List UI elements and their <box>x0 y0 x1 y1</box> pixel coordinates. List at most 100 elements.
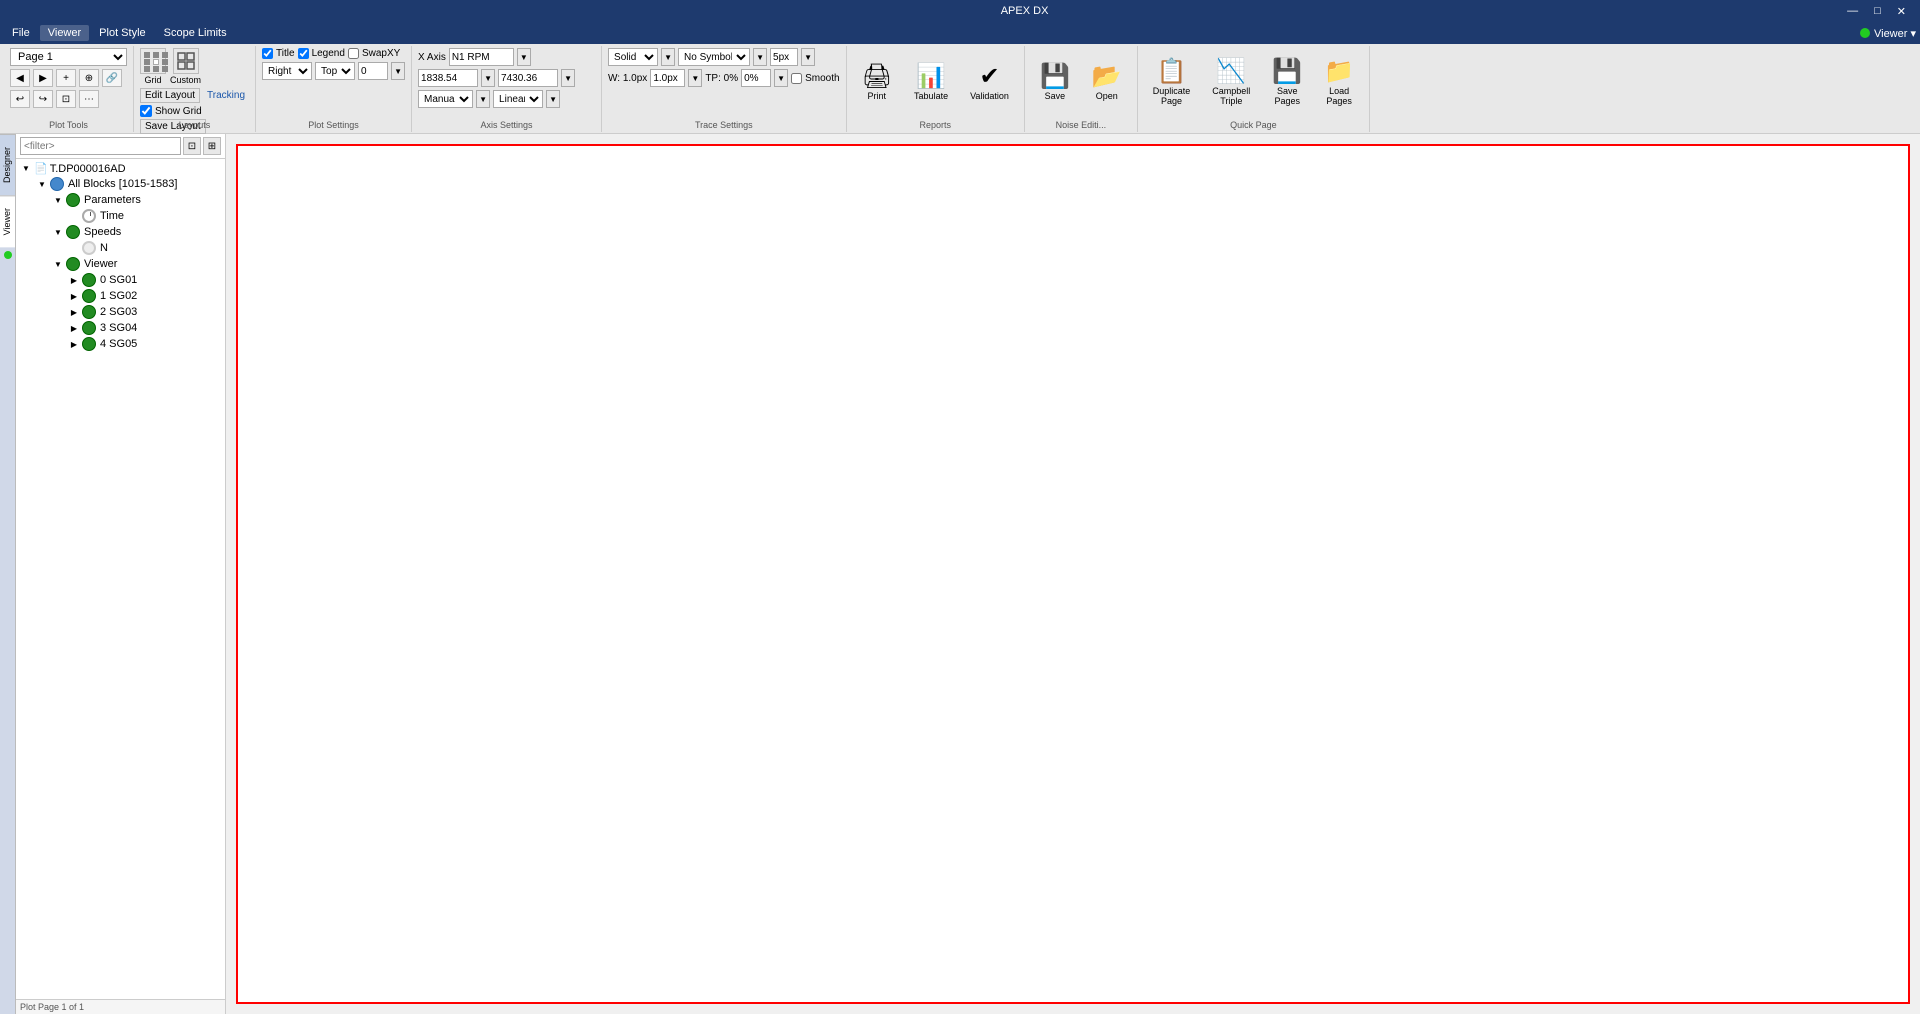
menu-file[interactable]: File <box>4 25 38 41</box>
chevron-parameters[interactable]: ▼ <box>52 196 64 205</box>
print-button[interactable]: 🖨 Print <box>853 48 901 118</box>
chevron-root[interactable]: ▼ <box>20 164 32 173</box>
line-style-select[interactable]: Solid <box>608 48 658 66</box>
nav-add-btn[interactable]: + <box>56 69 76 87</box>
scale-type-select[interactable]: Linear <box>493 90 543 108</box>
chevron-sg05[interactable]: ▶ <box>68 340 80 349</box>
nav-next-btn[interactable]: ▶ <box>33 69 53 87</box>
tree-item-time[interactable]: ▶ Time <box>16 208 225 224</box>
tree-label-time: Time <box>100 210 124 222</box>
chevron-speeds[interactable]: ▼ <box>52 228 64 237</box>
axis-min-input[interactable] <box>418 69 478 87</box>
show-grid-label: Show Grid <box>155 106 202 117</box>
nav-undo-btn[interactable]: ↩ <box>10 90 30 108</box>
tree-item-parameters[interactable]: ▼ Parameters <box>16 192 225 208</box>
grid-button[interactable] <box>140 48 166 74</box>
offset-stepper[interactable]: ▼ <box>391 62 405 80</box>
nav-more-btn[interactable]: ⋯ <box>79 90 99 108</box>
save-button[interactable]: 💾 Save <box>1031 48 1079 118</box>
line-size-stepper[interactable]: ▼ <box>801 48 815 66</box>
tree-label-root: T.DP000016AD <box>50 163 126 175</box>
xaxis-dropdown[interactable]: ▼ <box>517 48 531 66</box>
xaxis-label: X Axis <box>418 52 446 63</box>
tp-stepper[interactable]: ▼ <box>774 69 788 87</box>
scale-mode-select[interactable]: Manual <box>418 90 473 108</box>
nav-prev-btn[interactable]: ◀ <box>10 69 30 87</box>
chevron-allblocks[interactable]: ▼ <box>36 180 48 189</box>
title-checkbox[interactable] <box>262 48 273 59</box>
tree-item-sg04[interactable]: ▶ 3 SG04 <box>16 320 225 336</box>
status-dot <box>1860 28 1870 38</box>
line-style-dropdown[interactable]: ▼ <box>661 48 675 66</box>
chevron-sg04[interactable]: ▶ <box>68 324 80 333</box>
close-button[interactable]: ✕ <box>1891 5 1912 18</box>
title-label: Title <box>276 48 295 59</box>
validation-button[interactable]: ✔ Validation <box>961 48 1018 118</box>
tree-item-sg02[interactable]: ▶ 1 SG02 <box>16 288 225 304</box>
nav-zoom-btn[interactable]: ⊕ <box>79 69 99 87</box>
tree-item-sg01[interactable]: ▶ 0 SG01 <box>16 272 225 288</box>
chevron-sg02[interactable]: ▶ <box>68 292 80 301</box>
tree-item-allblocks[interactable]: ▼ All Blocks [1015-1583] <box>16 176 225 192</box>
show-grid-checkbox[interactable] <box>140 105 152 117</box>
minimize-button[interactable]: — <box>1841 5 1864 18</box>
maximize-button[interactable]: □ <box>1868 5 1887 18</box>
sg03-icon <box>82 305 96 319</box>
xaxis-value-input[interactable] <box>449 48 514 66</box>
chevron-sg01[interactable]: ▶ <box>68 276 80 285</box>
menu-viewer[interactable]: Viewer <box>40 25 89 41</box>
menu-scope-limits[interactable]: Scope Limits <box>156 25 235 41</box>
viewer-badge-label[interactable]: Viewer ▾ <box>1874 27 1916 40</box>
tree-item-sg05[interactable]: ▶ 4 SG05 <box>16 336 225 352</box>
legend-checkbox[interactable] <box>298 48 309 59</box>
w-stepper[interactable]: ▼ <box>688 69 702 87</box>
chevron-viewer-node[interactable]: ▼ <box>52 260 64 269</box>
edit-layout-button[interactable]: Edit Layout <box>140 88 200 103</box>
scale-mode-dropdown[interactable]: ▼ <box>476 90 490 108</box>
campbell-triple-label: Campbell Triple <box>1212 86 1250 106</box>
duplicate-page-button[interactable]: 📋 Duplicate Page <box>1144 48 1200 118</box>
page-selector[interactable]: Page 1 <box>10 48 127 66</box>
main-area: Designer Viewer ⊡ ⊞ ▼ 📄 T.DP000016AD ▼ A… <box>0 134 1920 1014</box>
page-group: Page 1 ◀ ▶ + ⊕ 🔗 ↩ ↪ ⊡ ⋯ Plot Tools <box>4 46 134 132</box>
load-pages-button[interactable]: 📁 Load Pages <box>1315 48 1363 118</box>
chevron-sg03[interactable]: ▶ <box>68 308 80 317</box>
custom-button[interactable] <box>173 48 199 74</box>
tree-label-sg01: 0 SG01 <box>100 274 137 286</box>
swapxy-checkbox[interactable] <box>348 48 359 59</box>
tracking-button[interactable]: Tracking <box>203 89 249 102</box>
tree-item-n[interactable]: ▶ N <box>16 240 225 256</box>
save-pages-button[interactable]: 💾 Save Pages <box>1263 48 1311 118</box>
symbol-dropdown[interactable]: ▼ <box>753 48 767 66</box>
sidebar-tab-designer[interactable]: Designer <box>0 134 15 195</box>
symbol-select[interactable]: No Symbol <box>678 48 750 66</box>
tree-content: ▼ 📄 T.DP000016AD ▼ All Blocks [1015-1583… <box>16 159 225 999</box>
top-select[interactable]: Top <box>315 62 355 80</box>
right-select[interactable]: Right <box>262 62 312 80</box>
smooth-checkbox[interactable] <box>791 73 802 84</box>
w-input[interactable] <box>650 69 685 87</box>
tabulate-button[interactable]: 📊 Tabulate <box>905 48 957 118</box>
line-size-input[interactable] <box>770 48 798 66</box>
nav-redo-btn[interactable]: ↪ <box>33 90 53 108</box>
axis-max-input[interactable] <box>498 69 558 87</box>
axis-min-stepper[interactable]: ▼ <box>481 69 495 87</box>
plot-canvas[interactable] <box>236 144 1910 1004</box>
tree-item-sg03[interactable]: ▶ 2 SG03 <box>16 304 225 320</box>
sidebar-tab-viewer[interactable]: Viewer <box>0 195 15 247</box>
tree-item-root[interactable]: ▼ 📄 T.DP000016AD <box>16 161 225 176</box>
offset-input[interactable] <box>358 62 388 80</box>
tp-input[interactable] <box>741 69 771 87</box>
quick-page-label: Quick Page <box>1138 120 1369 130</box>
nav-fit-btn[interactable]: ⊡ <box>56 90 76 108</box>
time-icon <box>82 209 96 223</box>
nav-link-btn[interactable]: 🔗 <box>102 69 122 87</box>
scale-type-dropdown[interactable]: ▼ <box>546 90 560 108</box>
tree-item-speeds[interactable]: ▼ Speeds <box>16 224 225 240</box>
axis-max-stepper[interactable]: ▼ <box>561 69 575 87</box>
open-button[interactable]: 📂 Open <box>1083 48 1131 118</box>
menu-plot-style[interactable]: Plot Style <box>91 25 153 41</box>
tree-panel: ⊡ ⊞ ▼ 📄 T.DP000016AD ▼ All Blocks [1015-… <box>16 134 226 1014</box>
tree-item-viewer-node[interactable]: ▼ Viewer <box>16 256 225 272</box>
campbell-triple-button[interactable]: 📉 Campbell Triple <box>1203 48 1259 118</box>
